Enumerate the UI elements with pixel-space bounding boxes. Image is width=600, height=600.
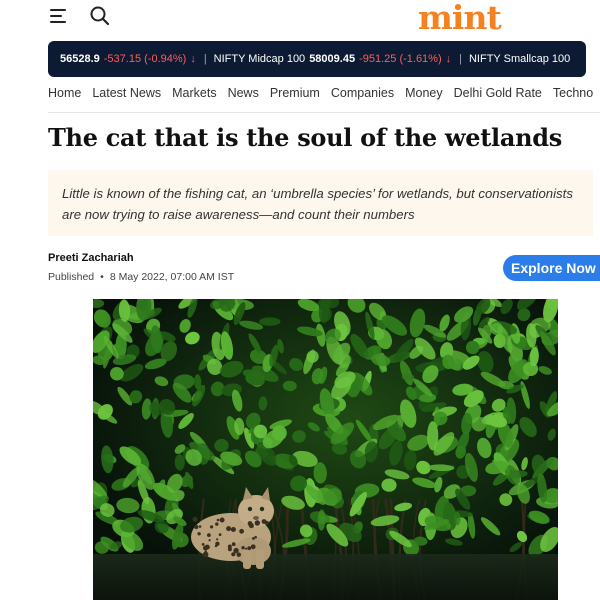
mint-logo[interactable]: mint (418, 0, 502, 38)
arrow-down-icon: ↓ (190, 53, 196, 65)
cat-spot (248, 523, 254, 529)
mangrove-leaf (259, 317, 281, 326)
cat-spot (207, 533, 211, 537)
nav-item-latest-news[interactable]: Latest News (92, 86, 161, 100)
cat-spot (192, 516, 198, 522)
cat-spot (215, 541, 220, 546)
cat-spot (198, 525, 202, 528)
published-label: Published (48, 271, 95, 283)
ticker-item[interactable]: 56528.9 -537.15 (-0.94%) ↓ (60, 53, 202, 65)
cat-spot (226, 526, 232, 532)
ticker-separator: | (203, 53, 207, 65)
nav-item-markets[interactable]: Markets (172, 86, 216, 100)
market-ticker: 56528.9 -537.15 (-0.94%) ↓ | NIFTY Midcap 10… (48, 41, 586, 77)
nav-item-money[interactable]: Money (405, 86, 443, 100)
cat-spot (210, 525, 214, 529)
cat-spot (194, 524, 199, 530)
fishing-cat-photo (93, 299, 558, 600)
mangrove-leaf (174, 454, 185, 471)
cat-spot (218, 533, 222, 536)
cat-spot (219, 517, 225, 523)
nav-item-techno[interactable]: Techno (553, 86, 593, 100)
ticker-index-value: 58009.45 (309, 53, 356, 65)
ticker-index-name: NIFTY Smallcap 100 (468, 53, 571, 65)
article-summary: Little is known of the fishing cat, an ‘… (48, 170, 593, 236)
author-name[interactable]: Preeti Zachariah (48, 252, 134, 264)
nav-item-delhi-gold-rate[interactable]: Delhi Gold Rate (454, 86, 542, 100)
cat-spot (239, 528, 245, 534)
nav-item-premium[interactable]: Premium (270, 86, 320, 100)
ticker-index-value: 56528.9 (60, 53, 100, 65)
ticker-index-name: NIFTY Midcap 100 (213, 53, 306, 65)
cat-spot (254, 535, 257, 539)
cat-spot (215, 522, 219, 526)
cat-spot (234, 550, 238, 553)
search-icon[interactable] (89, 5, 111, 27)
cat-spot (261, 519, 267, 524)
cat-spot (245, 547, 248, 550)
mangrove-leaf (453, 511, 461, 526)
ticker-index-change: -537.15 (-0.94%) (103, 53, 187, 65)
separator-dot: • (100, 271, 104, 283)
cat-spot (231, 542, 236, 547)
nav-item-news[interactable]: News (228, 86, 259, 100)
cat-spot (204, 544, 210, 550)
ticker-index-change: -951.25 (-1.61%) (359, 53, 442, 65)
cat-spot (236, 552, 241, 557)
cat-spot (201, 543, 205, 546)
cat-spot (216, 538, 219, 541)
arrow-down-icon: ↓ (445, 53, 452, 65)
publish-info: Published • 8 May 2022, 07:00 AM IST (48, 271, 234, 283)
nav-item-companies[interactable]: Companies (331, 86, 394, 100)
cat-spot (208, 539, 211, 542)
cat-spot (250, 544, 256, 550)
cat-spot (254, 520, 260, 526)
explore-now-button[interactable]: Explore Now (503, 255, 600, 281)
cat-spot (241, 546, 245, 550)
cat-spot (216, 518, 220, 522)
cat-spot (247, 546, 252, 551)
cat-spot (202, 551, 209, 558)
ticker-item[interactable]: NIFTY Midcap 100 58009.45 -951.25 (-1.61%)… (214, 53, 457, 65)
nav-divider (48, 112, 600, 113)
article-headline: The cat that is the soul of the wetlands (48, 123, 562, 152)
published-date: 8 May 2022, 07:00 AM IST (109, 271, 235, 283)
hamburger-menu-icon[interactable] (50, 9, 70, 23)
cat-spot (197, 532, 201, 536)
ticker-separator: | (459, 53, 462, 65)
nav-item-home[interactable]: Home (48, 86, 81, 100)
article-image (93, 299, 558, 600)
ticker-item[interactable]: NIFTY Smallcap 100 (469, 53, 574, 65)
cat-spot (227, 547, 232, 552)
main-nav: Home Latest News Markets News Premium Compani… (48, 86, 600, 100)
cat-spot (230, 527, 236, 532)
